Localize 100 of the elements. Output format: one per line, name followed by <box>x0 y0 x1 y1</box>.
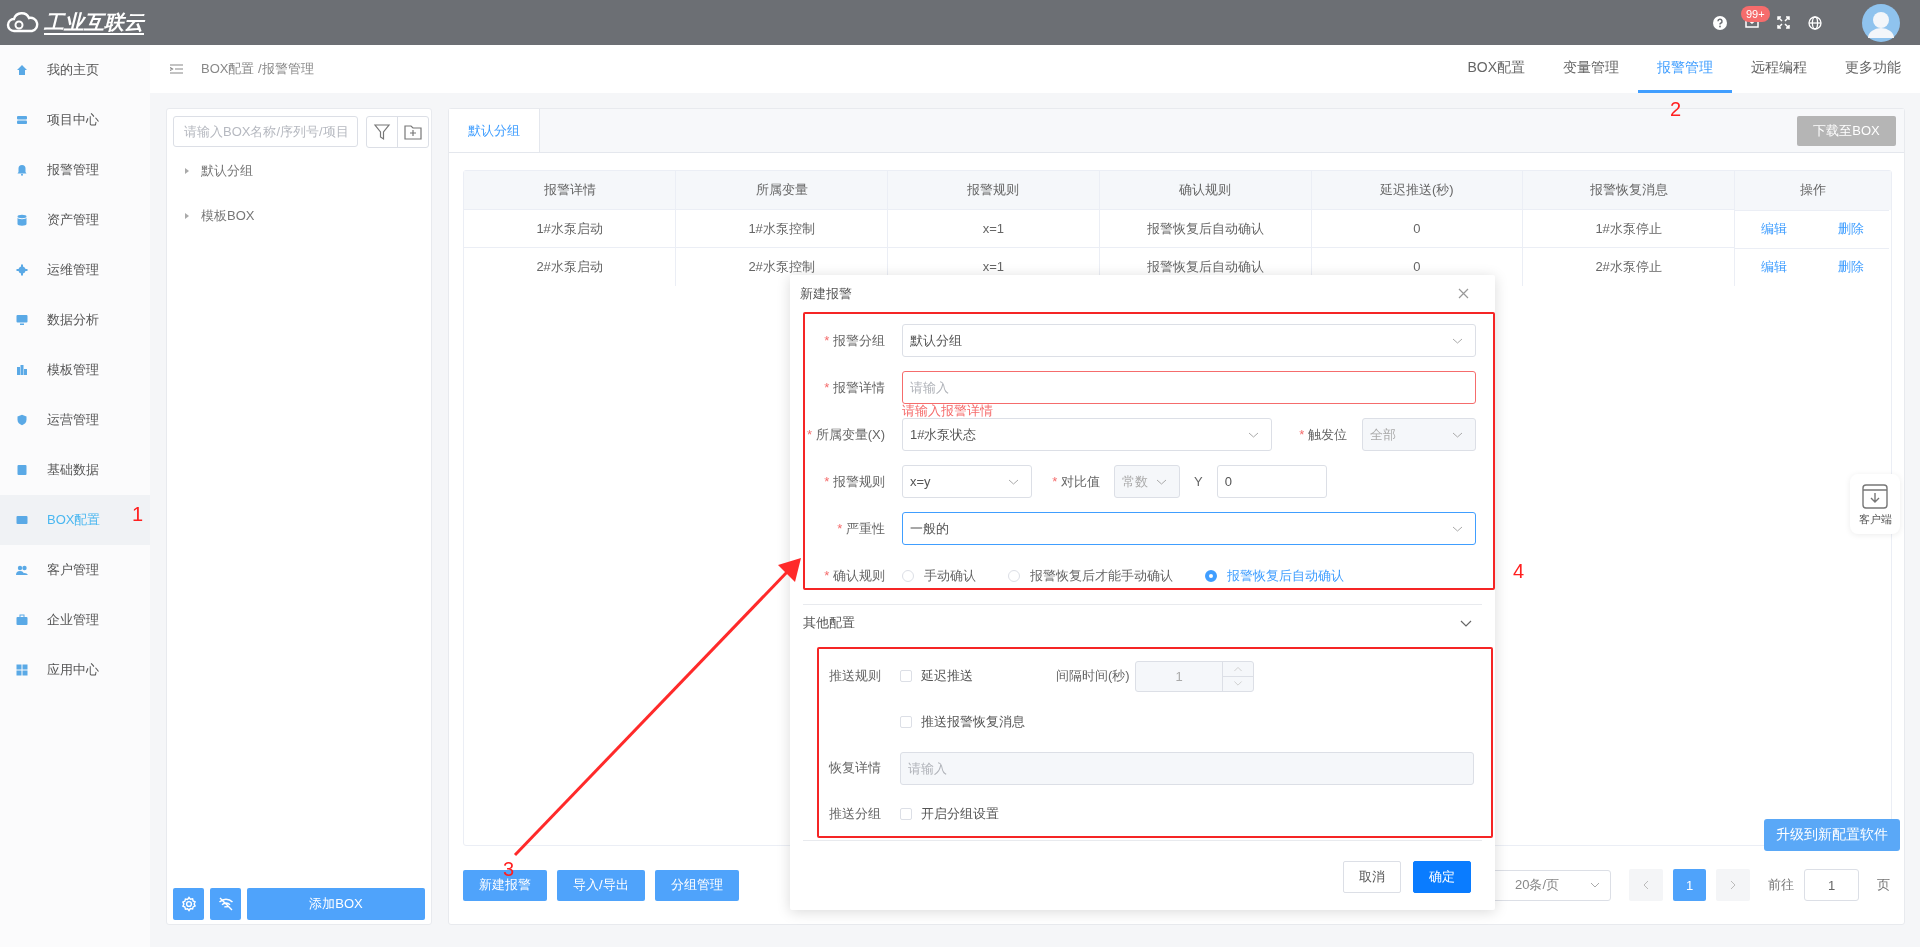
sidebar-item[interactable]: 应用中心 <box>0 645 150 695</box>
briefcase-icon <box>16 614 28 626</box>
column-header: 操作 <box>1734 171 1891 210</box>
wifi-off-button[interactable] <box>210 888 241 920</box>
checkbox[interactable] <box>900 670 912 682</box>
checkbox[interactable] <box>900 808 912 820</box>
sidebar-item[interactable]: 客户管理 <box>0 545 150 595</box>
annotation-number: 4 <box>1513 560 1525 582</box>
fullscreen-icon[interactable] <box>1777 16 1790 29</box>
select-field[interactable]: 默认分组 <box>902 324 1476 357</box>
text-field[interactable]: 请输入 <box>902 371 1476 404</box>
collapsed-caret-icon[interactable] <box>183 166 191 175</box>
column-header: 报警规则 <box>887 171 1100 210</box>
table-cell: 报警恢复后自动确认 <box>1099 209 1311 248</box>
chevron-down-icon <box>1452 431 1463 438</box>
field-label: 推送规则 <box>829 668 881 683</box>
sidebar-item[interactable]: 资产管理 <box>0 195 150 245</box>
sidebar-item[interactable]: 基础数据 <box>0 445 150 495</box>
bell-icon <box>16 164 28 176</box>
download-icon <box>1861 481 1889 510</box>
checkbox[interactable] <box>900 716 912 728</box>
close-icon[interactable] <box>1458 288 1469 299</box>
section-title: 其他配置 <box>803 614 855 632</box>
tab[interactable]: BOX配置 <box>1448 45 1544 93</box>
column-header: 报警详情 <box>464 171 676 210</box>
collapsed-caret-icon[interactable] <box>183 211 191 220</box>
annotation-number: 2 <box>1670 98 1682 120</box>
select-field[interactable]: x=y <box>902 465 1032 498</box>
shield-icon <box>16 414 28 426</box>
avatar[interactable] <box>1862 3 1900 42</box>
radio-label: 报警恢复后自动确认 <box>1227 566 1344 585</box>
goto-label: 前往 <box>1768 876 1794 894</box>
table-cell: 0 <box>1311 209 1523 248</box>
sidebar-item[interactable]: 运维管理 <box>0 245 150 295</box>
stack-icon <box>16 114 28 126</box>
radio-button[interactable] <box>1205 569 1217 582</box>
sidebar-item[interactable]: 报警管理 <box>0 145 150 195</box>
column-header: 报警恢复消息 <box>1522 171 1735 210</box>
sidebar-item[interactable]: 数据分析 <box>0 295 150 345</box>
logo-text: 工业互联云 <box>44 10 144 35</box>
table-cell: 1#水泵停止 <box>1522 209 1735 248</box>
tab[interactable]: 更多功能 <box>1826 45 1920 93</box>
field-label: * 严重性 <box>836 520 885 538</box>
tree-label: 模板BOX <box>201 206 255 225</box>
settings-icon <box>180 896 197 912</box>
home-icon <box>16 64 28 76</box>
client-download-widget[interactable]: 客户端 <box>1850 474 1900 534</box>
chevron-down-icon <box>1248 431 1259 438</box>
tree-label: 默认分组 <box>201 161 253 180</box>
select-field[interactable]: 1#水泵状态 <box>902 418 1272 451</box>
tree-item[interactable]: 模板BOX <box>173 193 425 238</box>
confirm-button[interactable]: 确定 <box>1413 861 1471 893</box>
help-icon[interactable] <box>1713 15 1727 30</box>
cancel-button[interactable]: 取消 <box>1343 861 1401 893</box>
sidebar-item[interactable]: 企业管理 <box>0 595 150 645</box>
field-label: 恢复详情 <box>829 760 881 775</box>
chevron-right-icon <box>1730 880 1736 890</box>
settings-button[interactable] <box>173 888 204 920</box>
grid-icon <box>16 664 28 676</box>
field-label: 推送分组 <box>829 806 881 821</box>
select-field[interactable]: 一般的 <box>902 512 1476 545</box>
notification-badge: 99+ <box>1741 6 1770 22</box>
table-cell: 1#水泵控制 <box>675 209 888 248</box>
page-suffix: 页 <box>1877 876 1890 894</box>
field-label: * 确认规则 <box>823 566 885 585</box>
chevron-down-icon <box>1590 882 1600 888</box>
field-label: * 报警规则 <box>823 473 885 491</box>
menu-icon[interactable] <box>170 64 183 74</box>
table-cell: 2#水泵启动 <box>464 247 676 286</box>
field-label: * 报警分组 <box>823 332 885 350</box>
radio-label: 手动确认 <box>924 566 976 585</box>
search-field[interactable]: 请输入BOX名称/序列号/项目 <box>173 116 358 147</box>
checkbox-label: 延迟推送 <box>921 667 973 685</box>
globe-icon[interactable] <box>1808 15 1822 30</box>
annotation-number: 1 <box>132 503 144 525</box>
checkbox-label: 推送报警恢复消息 <box>921 713 1025 731</box>
field-label: * 触发位 <box>1298 426 1347 444</box>
page-field[interactable]: 1 <box>1804 869 1859 901</box>
sidebar-item[interactable]: 模板管理 <box>0 345 150 395</box>
tree-item[interactable]: 默认分组 <box>173 148 425 193</box>
column-header: 所属变量 <box>675 171 888 210</box>
field-label: * 报警详情 <box>823 379 885 397</box>
wifi-off-icon <box>217 896 234 912</box>
column-header: 延迟推送(秒) <box>1311 171 1523 210</box>
checkbox-label: 开启分组设置 <box>921 805 999 823</box>
table-cell: x=1 <box>887 209 1100 248</box>
field-label: * 对比值 <box>1051 473 1100 491</box>
sidebar-item[interactable]: 运营管理 <box>0 395 150 445</box>
tab[interactable]: 变量管理 <box>1544 45 1638 93</box>
box-icon <box>16 514 28 526</box>
sidebar-item[interactable]: 我的主页 <box>0 45 150 95</box>
sidebar-item[interactable]: 项目中心 <box>0 95 150 145</box>
chevron-down-icon <box>1156 478 1167 485</box>
tab[interactable]: 远程编程 <box>1732 45 1826 93</box>
table-cell: 1#水泵启动 <box>464 209 676 248</box>
text-field[interactable]: 0 <box>1216 465 1327 498</box>
field-label: * 所属变量(X) <box>806 426 885 444</box>
monitor-icon <box>16 314 28 326</box>
radio-label: 报警恢复后才能手动确认 <box>1030 566 1173 585</box>
chevron-left-icon <box>1643 880 1649 890</box>
